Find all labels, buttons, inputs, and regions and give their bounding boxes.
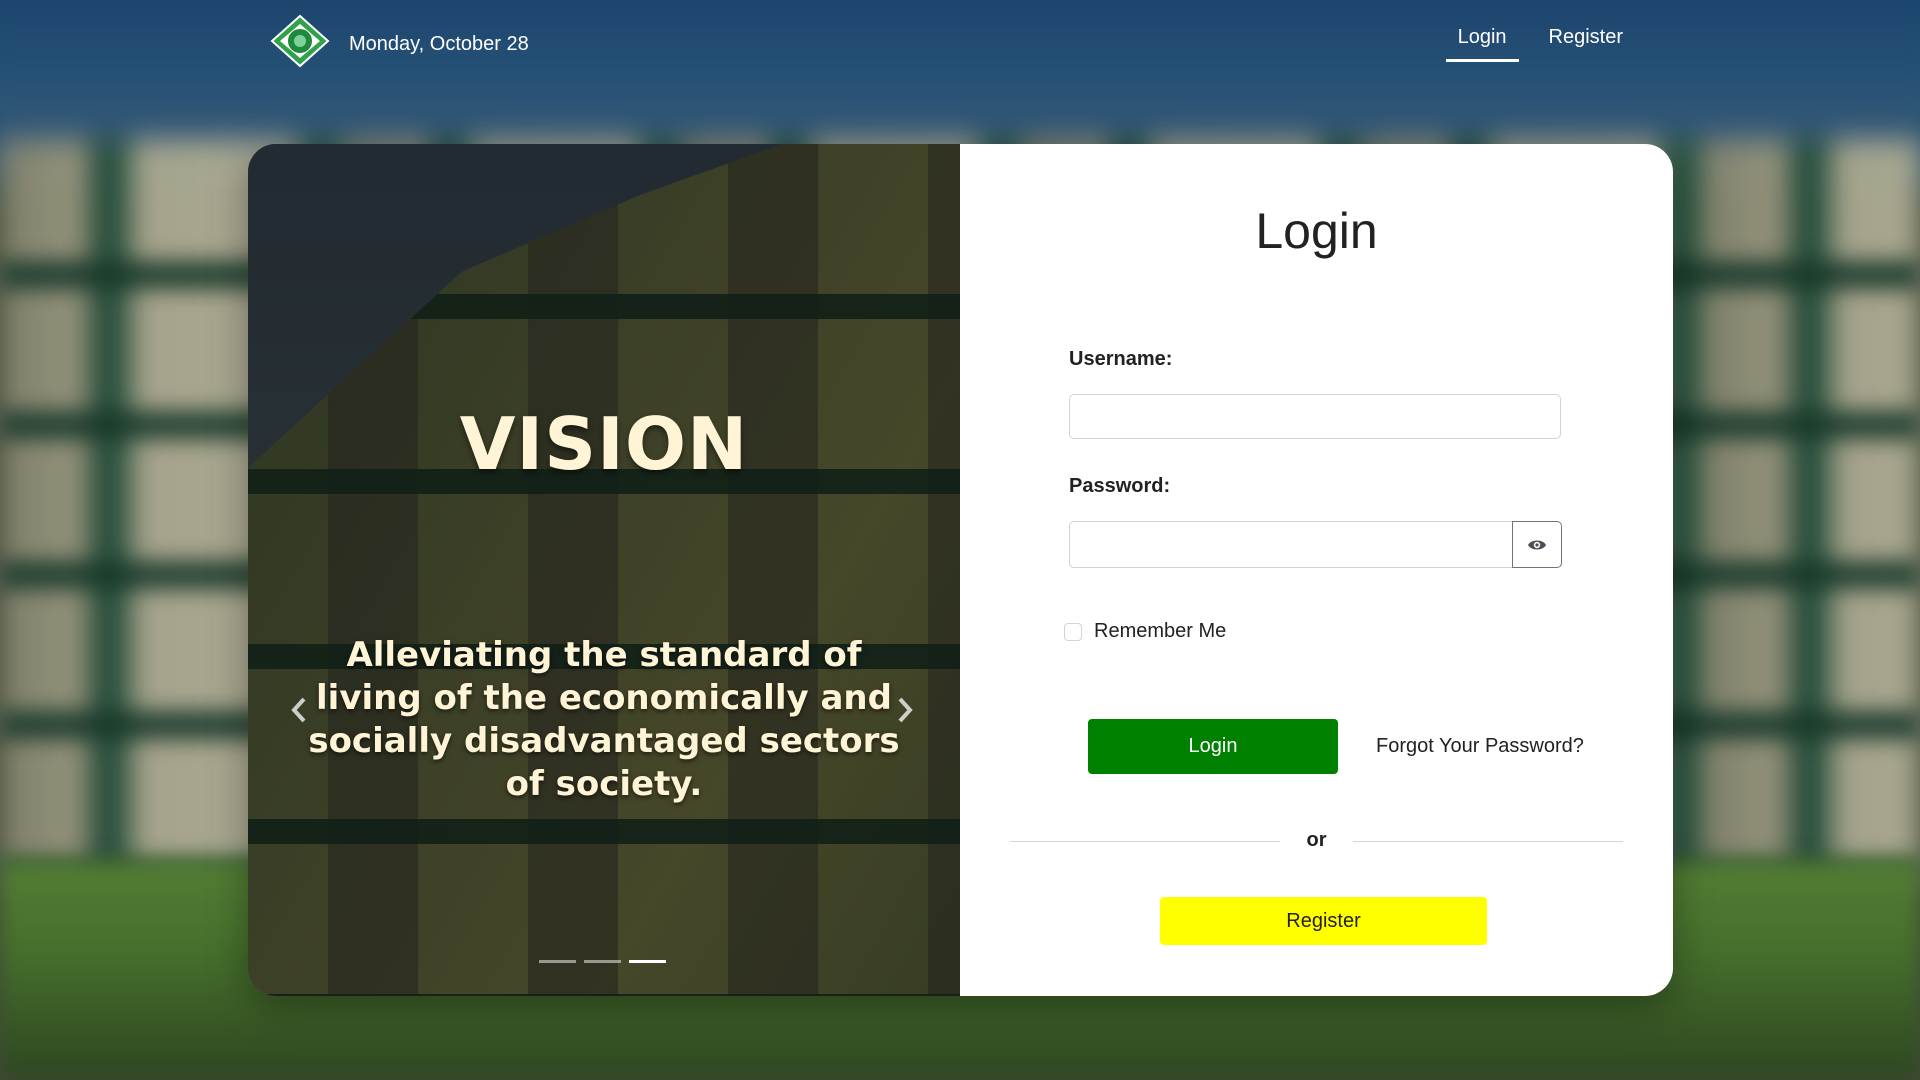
carousel-indicator-1[interactable] (539, 960, 576, 963)
chevron-right-icon (898, 697, 913, 723)
remember-me-label[interactable]: Remember Me (1094, 620, 1226, 643)
carousel-indicator-3[interactable] (629, 960, 666, 963)
top-navbar: Monday, October 28 Login Register (0, 0, 1920, 90)
login-button[interactable]: Login (1088, 719, 1338, 774)
show-password-button[interactable] (1512, 521, 1562, 568)
vision-carousel: VISION Alleviating the standard of livin… (248, 144, 960, 996)
register-button[interactable]: Register (1160, 897, 1487, 945)
divider-or-text: or (1306, 829, 1327, 851)
slide-text: Alleviating the standard of living of th… (308, 635, 900, 804)
password-input[interactable] (1069, 521, 1512, 568)
carousel-overlay (248, 144, 960, 996)
username-input[interactable] (1069, 394, 1561, 439)
username-label: Username: (1069, 348, 1173, 370)
chevron-left-icon (291, 697, 306, 723)
eye-icon (1528, 540, 1546, 549)
remember-me-checkbox[interactable] (1064, 622, 1082, 641)
password-label: Password: (1069, 475, 1171, 497)
top-nav: Login Register (1428, 26, 1635, 62)
login-form-panel: Login Username: Password: Remember Me Lo… (960, 144, 1673, 996)
current-date: Monday, October 28 (349, 33, 529, 55)
login-card: VISION Alleviating the standard of livin… (248, 144, 1673, 996)
school-emblem-icon[interactable] (270, 14, 330, 68)
form-title: Login (1255, 203, 1378, 259)
carousel-prev-button[interactable] (284, 694, 314, 734)
divider-left (1010, 841, 1280, 842)
divider-right (1353, 841, 1623, 842)
slide-title: VISION (459, 402, 749, 486)
carousel-indicator-2[interactable] (584, 960, 621, 963)
remember-me-row: Remember Me (1064, 620, 1226, 643)
carousel-next-button[interactable] (890, 694, 920, 734)
nav-register-link[interactable]: Register (1537, 26, 1635, 62)
forgot-password-link[interactable]: Forgot Your Password? (1376, 735, 1584, 758)
nav-login-link[interactable]: Login (1445, 26, 1519, 62)
carousel-indicators (539, 960, 666, 963)
